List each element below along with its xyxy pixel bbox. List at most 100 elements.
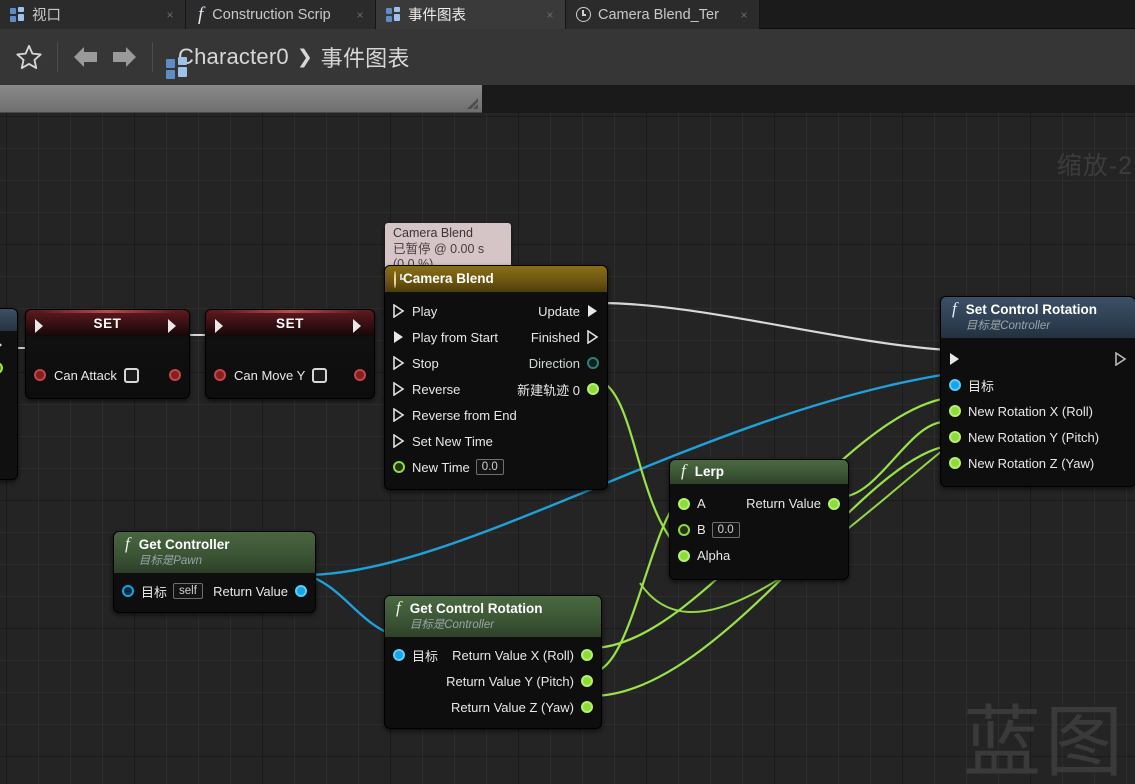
function-fx-icon: f	[681, 461, 686, 480]
bool-output-pin[interactable]	[169, 369, 181, 381]
function-fx-icon: f	[952, 299, 957, 318]
node-subtitle: 目标是Controller	[965, 319, 1051, 332]
object-input-pin-target[interactable]	[949, 379, 961, 392]
node-title: Lerp	[694, 464, 724, 479]
float-input-pin-b[interactable]	[678, 523, 690, 536]
offscreen-node-left[interactable]	[0, 308, 18, 480]
tab-label: Camera Blend_Ter	[598, 6, 719, 23]
exec-output-pin[interactable]	[0, 337, 7, 353]
float-output-pin-return-value[interactable]	[828, 497, 840, 510]
node-header: f Get Controller 目标是Pawn	[114, 532, 315, 574]
float-input-pin-a[interactable]	[678, 497, 690, 510]
node-get-controller[interactable]: f Get Controller 目标是Pawn 目标 self Return …	[113, 531, 316, 614]
node-pin-row: Return Value Y (Pitch)	[385, 668, 601, 694]
close-icon[interactable]: ×	[543, 8, 557, 22]
lerp-b-input[interactable]: 0.0	[711, 521, 740, 538]
bool-input-pin[interactable]	[34, 369, 46, 381]
exec-input-pin-set-new-time[interactable]	[393, 434, 405, 448]
pin-label: B	[697, 522, 706, 538]
node-set-control-rotation[interactable]: f Set Control Rotation 目标是Controller 目标 …	[940, 296, 1135, 488]
bool-checkbox[interactable]	[312, 367, 328, 383]
exec-input-pin-reverse-from-end[interactable]	[393, 408, 405, 422]
exec-output-pin[interactable]	[1115, 352, 1127, 367]
bool-output-pin[interactable]	[354, 369, 366, 381]
blueprint-grid-icon	[10, 7, 25, 22]
function-fx-icon: f	[125, 534, 130, 553]
pin-label: Reverse	[412, 381, 461, 397]
byte-output-pin-direction[interactable]	[587, 357, 599, 369]
exec-input-pin[interactable]	[34, 318, 48, 334]
event-graph-canvas[interactable]: 缩放-2 蓝图 SET Can Attack SET Can Move Y Ca…	[0, 113, 1135, 784]
exec-input-pin-play[interactable]	[393, 304, 405, 318]
close-icon[interactable]: ×	[353, 8, 367, 22]
exec-input-pin[interactable]	[949, 352, 961, 366]
panel-resize-strip[interactable]	[0, 85, 482, 113]
node-lerp[interactable]: f Lerp A Return Value B 0.0 Alpha	[669, 459, 849, 580]
node-pin-row: Return Value Z (Yaw)	[385, 694, 601, 720]
node-set-can-attack[interactable]: SET Can Attack	[25, 309, 190, 399]
new-time-input[interactable]: 0.0	[475, 459, 504, 475]
exec-input-pin-stop[interactable]	[393, 356, 405, 370]
pin-label: Alpha	[697, 548, 731, 564]
exec-output-pin-finished[interactable]	[587, 330, 599, 344]
breadcrumb-item-blueprint[interactable]: Character0	[178, 44, 289, 70]
node-pin-row: Stop Direction	[385, 350, 607, 376]
resize-grip-icon[interactable]	[463, 94, 479, 110]
exec-output-pin[interactable]	[352, 318, 366, 334]
object-input-pin-target[interactable]	[122, 585, 134, 598]
float-input-pin-roll[interactable]	[949, 405, 961, 418]
bool-input-pin[interactable]	[214, 369, 226, 381]
pin-label: Direction	[528, 355, 580, 371]
node-set-can-move-y[interactable]: SET Can Move Y	[205, 309, 375, 399]
tab-bar-filler	[760, 0, 1135, 28]
node-pin-row: Play Update	[385, 298, 607, 324]
node-camera-blend[interactable]: Camera Blend Play Update Play from Start…	[384, 265, 608, 490]
float-input-pin-pitch[interactable]	[949, 431, 961, 444]
pin-label: New Rotation Z (Yaw)	[968, 455, 1095, 471]
node-title: SET	[275, 315, 305, 331]
exec-input-pin[interactable]	[214, 318, 228, 334]
float-output-pin-pitch[interactable]	[581, 675, 593, 688]
pin-label: New Rotation Y (Pitch)	[968, 429, 1100, 445]
float-input-pin-yaw[interactable]	[949, 457, 961, 470]
blueprint-grid-icon	[386, 7, 401, 22]
float-output-pin-roll[interactable]	[581, 649, 593, 662]
float-input-pin-new-time[interactable]	[393, 461, 405, 473]
target-self-value[interactable]: self	[173, 583, 203, 600]
breadcrumb: Character0 ❯ 事件图表	[166, 41, 410, 79]
exec-output-pin-update[interactable]	[587, 304, 599, 318]
offscreen-node-header	[0, 309, 17, 331]
pin-label: Set New Time	[412, 433, 493, 449]
object-output-pin-return-value[interactable]	[295, 585, 307, 598]
data-output-pin[interactable]	[0, 362, 3, 374]
tab-construction-script[interactable]: f Construction Scrip ×	[186, 0, 376, 29]
arrow-left-icon[interactable]	[67, 38, 105, 76]
node-body: Can Move Y	[206, 319, 374, 398]
pin-label: 目标	[412, 648, 439, 664]
node-pin-row: B 0.0	[670, 517, 848, 543]
close-icon[interactable]: ×	[737, 8, 751, 22]
tab-event-graph[interactable]: 事件图表 ×	[376, 0, 566, 29]
node-pin-row: Reverse from End	[385, 402, 607, 428]
tab-viewport[interactable]: 视口 ×	[0, 0, 186, 29]
bool-checkbox[interactable]	[123, 367, 139, 383]
close-icon[interactable]: ×	[163, 8, 177, 22]
node-body: Can Attack	[26, 319, 189, 398]
node-value-row: Can Attack	[26, 362, 189, 388]
float-output-pin-yaw[interactable]	[581, 701, 593, 714]
exec-input-pin-reverse[interactable]	[393, 382, 405, 396]
object-input-pin-target[interactable]	[393, 649, 405, 662]
float-output-pin-track[interactable]	[587, 383, 599, 395]
exec-output-pin[interactable]	[167, 318, 181, 334]
float-input-pin-alpha[interactable]	[678, 549, 690, 562]
exec-input-pin-play-from-start[interactable]	[393, 330, 405, 344]
tab-camera-blend[interactable]: Camera Blend_Ter ×	[566, 0, 760, 29]
node-header: SET	[26, 310, 189, 336]
star-icon[interactable]	[10, 38, 48, 76]
node-get-control-rotation[interactable]: f Get Control Rotation 目标是Controller 目标 …	[384, 595, 602, 730]
arrow-right-icon[interactable]	[105, 38, 143, 76]
breadcrumb-item-graph[interactable]: 事件图表	[321, 41, 410, 73]
node-body: 目标 New Rotation X (Roll) New Rotation Y …	[941, 338, 1135, 486]
node-header: Camera Blend	[385, 266, 607, 292]
node-body: 目标 self Return Value	[114, 573, 315, 612]
